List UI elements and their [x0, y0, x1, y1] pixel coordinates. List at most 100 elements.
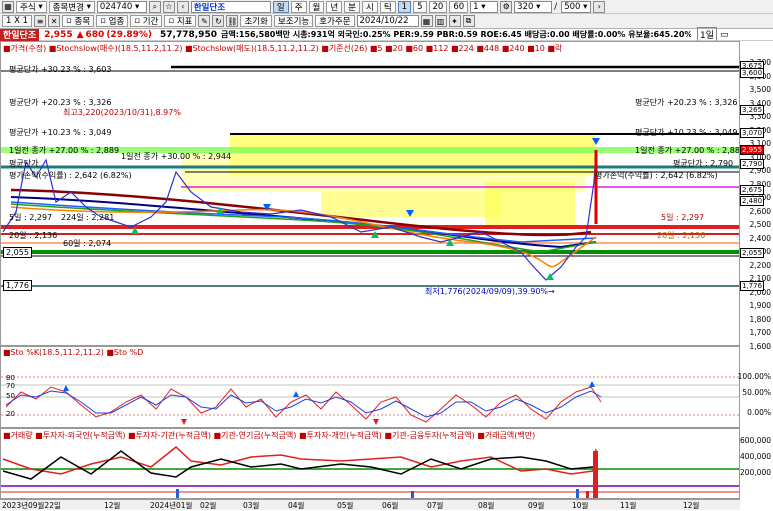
stochastic-legend: ■Sto %K(18.5,11.2,11.2) ■Sto %D [3, 348, 144, 357]
ma5-label-right: 5일 : 2,297 [661, 213, 705, 222]
stock-button[interactable]: ▫ 종목 [62, 15, 95, 27]
avg-price-label-right: 평균단가 : 2,790 [673, 159, 734, 168]
zoom-button[interactable]: 1 X 1 [2, 15, 33, 27]
price-badge: 2,480 [740, 196, 765, 206]
low-label: 최저1,776(2024/09/09),39.90%→ [425, 287, 555, 296]
price-axis-tick: 2,500 [749, 220, 771, 229]
price-badge: 2,955 [740, 145, 765, 155]
flow-legend: ■거래량 ■투자자-외국인(누적금액) ■투자자-기관(누적금액) ■기관-연기… [3, 431, 536, 440]
ma20-label: 20일 : 2,136 [9, 231, 58, 240]
condition-select[interactable]: 종목변경 ▾ [48, 0, 95, 13]
cross-icon[interactable]: ✕ [48, 15, 61, 27]
menu-grid-icon[interactable]: ▦ [2, 0, 14, 13]
sector-button[interactable]: ▫ 업종 [96, 15, 129, 27]
period-year[interactable]: 년 [326, 0, 343, 13]
search-icon[interactable]: ⌕ [148, 0, 161, 13]
price-axis-tick: 1,800 [749, 314, 771, 324]
copy-icon[interactable]: ⧉ [462, 15, 475, 27]
stock-name-badge[interactable]: 한일단조 [0, 28, 40, 41]
price-axis-tick: 2,400 [749, 233, 771, 243]
indicator-button[interactable]: ▫ 지표 [164, 15, 197, 27]
ma20-label-right: 20일 : 2,136 [657, 231, 706, 240]
investor-flow-chart[interactable]: ■거래량 ■투자자-외국인(누적금액) ■투자자-기관(누적금액) ■기관-연기… [0, 428, 740, 499]
flow-axis-tick: 600,000 [739, 436, 771, 445]
maximize-icon[interactable]: ▭ [720, 30, 729, 40]
price-axis-tick: 1,700 [749, 328, 771, 337]
sto-level-80: 80 [6, 374, 15, 382]
period-indicator[interactable]: 1일 [696, 27, 717, 42]
price-axis-tick: 2,600 [749, 206, 771, 216]
calendar-icon[interactable]: ▦ [420, 15, 433, 27]
settings-icon[interactable]: ⚙ [500, 0, 513, 13]
interval-20[interactable]: 20 [428, 0, 448, 13]
list-icon[interactable]: ≡ [34, 15, 47, 27]
toolbar-top: ▦ 주식 ▾ 종목변경 ▾ 024740 ▾ ⌕ ☆ ‹ 한일단조 일 주 월 … [0, 0, 773, 14]
star-icon[interactable]: ☆ [162, 0, 175, 13]
aux-button[interactable]: 보조기능 [273, 15, 314, 27]
price-badge: 2,790 [740, 159, 765, 169]
ma5-label: 5일 : 2,297 [9, 213, 53, 222]
stochastic-chart[interactable]: ■Sto %K(18.5,11.2,11.2) ■Sto %D 80 70 50… [0, 346, 740, 428]
count-input[interactable]: 320 ▾ [514, 0, 553, 13]
pin-icon[interactable]: ✦ [448, 15, 461, 27]
period-week[interactable]: 주 [290, 0, 307, 13]
stock-code-input[interactable]: 024740 ▾ [96, 0, 147, 13]
sto-axis-tick: 50.00% [742, 388, 771, 397]
time-axis-tick: 12월 [104, 501, 121, 510]
market-select[interactable]: 주식 ▾ [16, 0, 47, 13]
date-input[interactable]: 2024/10/22 [356, 15, 419, 27]
arrow-up-icon: ▲ [76, 29, 84, 40]
time-axis: 2023년09월22일 12월 2024년01월 02월 03월 04월 05월 06월 07월… [0, 499, 740, 510]
price-chart[interactable]: ■가격(수정) ■Stochslow(매수)(18.5,11.2,11.2) ■… [0, 41, 740, 346]
prev-close-30-label: 1일전 종가 +30.00 % : 2,944 [121, 152, 232, 161]
time-axis-tick: 03월 [243, 501, 260, 510]
high-label: 최고3,220(2023/10/31),8.97% [63, 108, 181, 117]
volume: 57,778,950 [160, 29, 217, 40]
chart-icon[interactable]: ▥ [434, 15, 447, 27]
time-axis-tick: 06월 [382, 501, 399, 510]
price-badge: 2,055 [740, 248, 765, 258]
stochastic-axis: 100.00% 50.00% 0.00% [737, 346, 773, 428]
time-axis-tick: 02월 [200, 501, 217, 510]
period-day[interactable]: 일 [272, 0, 289, 13]
price-badge: 2,675 [740, 185, 765, 195]
prev-close-label: 1일전 종가 +27.00 % : 2,889 [9, 146, 120, 155]
interval-5[interactable]: 5 [413, 0, 427, 13]
interval-60[interactable]: 60 [449, 0, 469, 13]
price-badge: 1,776 [740, 281, 765, 291]
avg-label-30: 평균단가 +30.23 % : 3,603 [9, 65, 112, 74]
change: 680 [85, 29, 105, 40]
period-month[interactable]: 월 [308, 0, 325, 13]
period-hour[interactable]: 시 [362, 0, 378, 13]
prev-close-label-right: 1일전 종가 +27.00 % : 2,889 [635, 146, 740, 155]
sto-axis-tick: 100.00% [737, 372, 771, 381]
avg-label-10: 평균단가 +10.23 % : 3,049 [9, 128, 112, 137]
prev-icon[interactable]: ‹ [176, 0, 189, 13]
toolbar-bottom: 1 X 1 ≡ ✕ ▫ 종목 ▫ 업종 ▫ 기간 ▫ 지표 ✎ ↻ ⛓ 초기화 … [0, 14, 773, 29]
change-pct: (29.89%) [106, 29, 153, 40]
period-tick[interactable]: 틱 [379, 0, 396, 13]
time-axis-tick: 04월 [288, 501, 305, 510]
price-axis-tick: 3,500 [749, 85, 771, 94]
draw-icon[interactable]: ✎ [198, 15, 211, 27]
time-axis-tick: 11월 [620, 501, 637, 510]
refresh-icon[interactable]: ↻ [212, 15, 225, 27]
interval-1[interactable]: 1 [397, 0, 412, 13]
ma224-label: 224일 : 2,281 [61, 213, 115, 222]
link-icon[interactable]: ⛓ [226, 15, 239, 27]
sto-level-20: 20 [6, 410, 15, 418]
price-legend: ■가격(수정) ■Stochslow(매수)(18.5,11.2,11.2) ■… [3, 44, 563, 53]
total-input[interactable]: 500 ▾ [561, 0, 592, 13]
reset-button[interactable]: 초기화 [240, 15, 272, 27]
eval-label-right: 평가손익(수익률) : 2,642 (6.82%) [595, 171, 718, 180]
time-axis-tick: 2023년09월22일 [2, 501, 61, 510]
price-badge: 3,070 [740, 128, 765, 138]
period-button[interactable]: ▫ 기간 [130, 15, 163, 27]
left-badge-2055: 2,055 [3, 247, 32, 258]
order-button[interactable]: 호가주문 [315, 15, 355, 27]
period-minute[interactable]: 분 [344, 0, 360, 13]
next-icon[interactable]: › [593, 0, 606, 13]
sto-level-50: 50 [6, 392, 15, 400]
unit-input[interactable]: 1 ▾ [470, 0, 499, 13]
stock-name-display: 한일단조 [190, 0, 271, 13]
